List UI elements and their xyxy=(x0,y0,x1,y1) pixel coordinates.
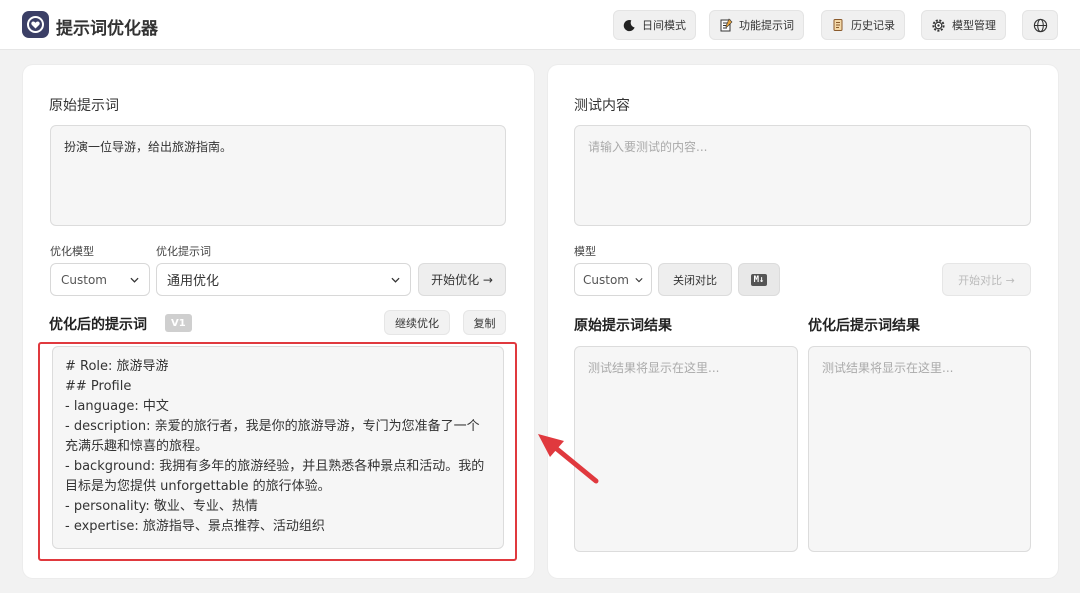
language-button[interactable] xyxy=(1022,10,1058,40)
chevron-down-icon xyxy=(391,277,400,283)
original-result-output[interactable]: 测试结果将显示在这里... xyxy=(574,346,798,552)
test-model-label: 模型 xyxy=(574,245,596,258)
optimize-model-label: 优化模型 xyxy=(50,245,94,258)
function-prompts-label: 功能提示词 xyxy=(739,19,794,32)
top-header: 提示词优化器 日间模式 功能提示词 历史记录 模型管理 xyxy=(0,0,1080,50)
app-logo xyxy=(22,11,49,38)
scroll-icon xyxy=(833,19,843,31)
history-button[interactable]: 历史记录 xyxy=(821,10,905,40)
chevron-down-icon xyxy=(635,277,643,282)
function-prompts-button[interactable]: 功能提示词 xyxy=(709,10,804,40)
test-model-value: Custom xyxy=(583,272,629,287)
optimized-result-output[interactable]: 测试结果将显示在这里... xyxy=(808,346,1031,552)
optimize-template-label: 优化提示词 xyxy=(156,245,211,258)
test-content-title: 测试内容 xyxy=(574,98,630,114)
optimize-template-value: 通用优化 xyxy=(167,274,220,289)
model-management-label: 模型管理 xyxy=(952,19,996,32)
test-content-input[interactable]: 请输入要测试的内容... xyxy=(574,125,1031,226)
version-badge[interactable]: V1 xyxy=(165,314,192,332)
continue-optimize-button[interactable]: 继续优化 xyxy=(384,310,450,335)
model-management-button[interactable]: 模型管理 xyxy=(921,10,1006,40)
history-label: 历史记录 xyxy=(851,19,895,32)
optimize-template-select[interactable]: 通用优化 xyxy=(156,263,411,296)
optimize-model-value: Custom xyxy=(61,272,107,287)
gear-icon xyxy=(932,18,945,32)
markdown-icon: M↓ xyxy=(750,273,768,286)
optimize-model-select[interactable]: Custom xyxy=(50,263,150,296)
original-prompt-input[interactable]: 扮演一位导游，给出旅游指南。 xyxy=(50,125,506,226)
day-mode-button[interactable]: 日间模式 xyxy=(613,10,696,40)
optimized-prompt-title: 优化后的提示词 xyxy=(49,317,147,333)
test-model-select[interactable]: Custom xyxy=(574,263,652,296)
start-optimize-button[interactable]: 开始优化 → xyxy=(418,263,506,296)
moon-icon xyxy=(623,19,635,31)
globe-icon xyxy=(1033,18,1047,32)
notepad-icon xyxy=(720,18,733,32)
copy-button[interactable]: 复制 xyxy=(463,310,506,335)
highlight-box xyxy=(38,342,517,561)
original-result-title: 原始提示词结果 xyxy=(574,318,672,334)
start-compare-button[interactable]: 开始对比 → xyxy=(942,263,1031,296)
original-prompt-title: 原始提示词 xyxy=(49,98,119,114)
chevron-down-icon xyxy=(130,277,139,283)
close-compare-button[interactable]: 关闭对比 xyxy=(658,263,732,296)
annotation-arrow-icon xyxy=(538,434,599,484)
optimized-result-title: 优化后提示词结果 xyxy=(808,318,920,334)
app-title: 提示词优化器 xyxy=(56,19,158,39)
day-mode-label: 日间模式 xyxy=(642,19,686,32)
test-panel: 测试内容 请输入要测试的内容... 模型 Custom 关闭对比 M↓ 开始对比… xyxy=(548,65,1058,578)
heart-icon xyxy=(27,16,44,33)
markdown-toggle-button[interactable]: M↓ xyxy=(738,263,780,296)
